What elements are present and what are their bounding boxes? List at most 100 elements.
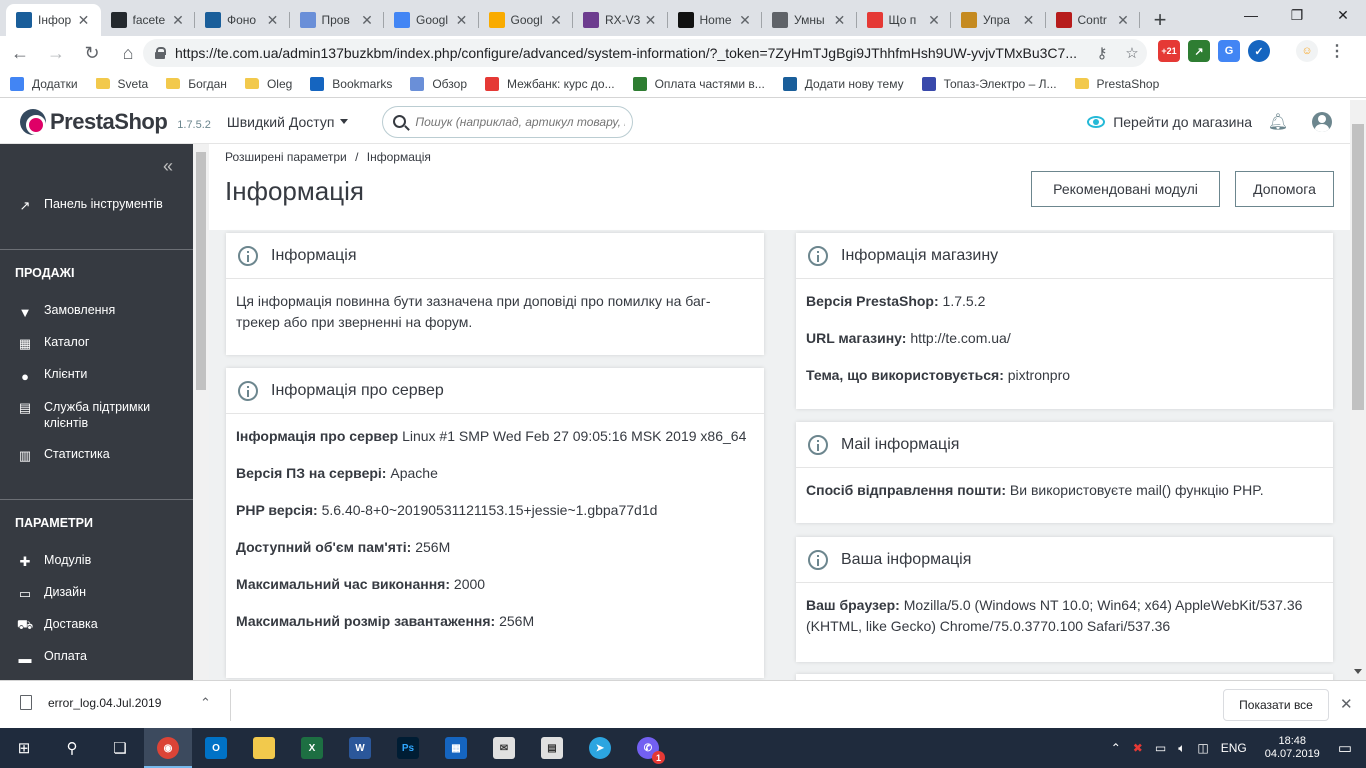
browser-tab[interactable]: Умны ✕: [762, 4, 857, 36]
sidebar-item-dashboard[interactable]: ↗ Панель інструментів: [0, 197, 193, 215]
show-all-downloads-button[interactable]: Показати все: [1223, 689, 1329, 721]
close-tab-icon[interactable]: ✕: [266, 12, 280, 29]
close-tab-icon[interactable]: ✕: [927, 12, 941, 29]
antivirus-icon[interactable]: ✖: [1133, 741, 1143, 755]
quick-access-dropdown[interactable]: Швидкий Доступ: [227, 114, 349, 130]
browser-tab[interactable]: Що п ✕: [857, 4, 952, 36]
collapse-sidebar-icon[interactable]: «: [163, 156, 173, 177]
recommended-modules-button[interactable]: Рекомендовані модулі: [1031, 171, 1220, 207]
browser-tab[interactable]: Упра ✕: [951, 4, 1046, 36]
search-icon[interactable]: [393, 115, 407, 128]
bookmark-item[interactable]: Oleg: [244, 77, 292, 91]
excel-app-icon[interactable]: X: [288, 728, 336, 768]
sidebar-item-stats[interactable]: ▥ Статистика: [0, 447, 193, 465]
new-tab-button[interactable]: +: [1144, 4, 1176, 36]
bookmark-item[interactable]: Межбанк: курс до...: [485, 76, 615, 91]
go-to-store-link[interactable]: Перейти до магазина: [1087, 114, 1252, 130]
minimize-button[interactable]: —: [1228, 0, 1274, 30]
scroll-down-arrow-icon[interactable]: [1354, 669, 1362, 674]
browser-tab[interactable]: Googl ✕: [384, 4, 479, 36]
close-tab-icon[interactable]: ✕: [644, 12, 658, 29]
outlook-app-icon[interactable]: O: [192, 728, 240, 768]
address-bar[interactable]: https://te.com.ua/admin137buzkbm/index.p…: [143, 39, 1147, 67]
viber-app-icon[interactable]: ✆ 1: [624, 728, 672, 768]
sidebar-item-customer-service[interactable]: ▤ Служба підтримки клієнтів: [0, 399, 193, 431]
menu-dots-icon[interactable]: ⋮: [1326, 40, 1348, 62]
browser-tab[interactable]: Фоно ✕: [195, 4, 290, 36]
search-icon[interactable]: ⚲: [48, 728, 96, 768]
language-indicator[interactable]: ENG: [1221, 741, 1247, 755]
notifications-icon[interactable]: ▭: [1338, 739, 1352, 757]
prestashop-logo[interactable]: PrestaShop 1.7.5.2: [20, 108, 211, 135]
bookmark-item[interactable]: Обзор: [410, 76, 467, 91]
photoshop-app-icon[interactable]: Ps: [384, 728, 432, 768]
close-tab-icon[interactable]: ✕: [1022, 12, 1036, 29]
close-tab-icon[interactable]: ✕: [171, 12, 185, 29]
google-translate-icon[interactable]: G: [1218, 40, 1240, 62]
bookmark-item[interactable]: PrestaShop: [1074, 77, 1159, 91]
word-app-icon[interactable]: W: [336, 728, 384, 768]
close-tab-icon[interactable]: ✕: [833, 12, 847, 29]
bookmark-item[interactable]: Богдан: [166, 77, 227, 91]
close-window-button[interactable]: ✕: [1320, 0, 1366, 30]
bookmark-item[interactable]: Додати нову тему: [782, 76, 904, 91]
battery-icon[interactable]: ▭: [1155, 741, 1166, 755]
chrome-app-icon[interactable]: ◉: [144, 728, 192, 768]
browser-tab[interactable]: facete ✕: [101, 4, 196, 36]
close-tab-icon[interactable]: ✕: [1116, 12, 1130, 29]
key-icon[interactable]: ⚷: [1087, 44, 1117, 62]
browser-tab[interactable]: Home ✕: [668, 4, 763, 36]
extension-arrow-icon[interactable]: ↗: [1188, 40, 1210, 62]
close-tab-icon[interactable]: ✕: [549, 12, 563, 29]
bookmark-item[interactable]: Оплата частями в...: [632, 76, 765, 91]
network-icon[interactable]: ◫: [1197, 741, 1208, 755]
chevron-up-icon[interactable]: ⌃: [200, 695, 211, 711]
sidebar-item-shipping[interactable]: ⛟ Доставка: [0, 617, 193, 635]
bookmark-item[interactable]: Bookmarks: [310, 76, 392, 91]
sidebar-item-modules[interactable]: ✚ Модулів: [0, 553, 193, 571]
url-text[interactable]: https://te.com.ua/admin137buzkbm/index.p…: [175, 45, 1087, 61]
close-tab-icon[interactable]: ✕: [77, 12, 91, 29]
back-button[interactable]: ←: [4, 37, 36, 69]
breadcrumb-item[interactable]: Розширені параметри: [225, 150, 347, 164]
reload-button[interactable]: ↻: [76, 37, 108, 69]
scrollbar-thumb[interactable]: [1352, 124, 1364, 410]
chevron-up-icon[interactable]: ⌃: [1111, 741, 1121, 755]
download-item[interactable]: error_log.04.Jul.2019: [20, 695, 161, 710]
forward-button[interactable]: →: [40, 37, 72, 69]
sidebar-item-design[interactable]: ▭ Дизайн: [0, 585, 193, 603]
close-tab-icon[interactable]: ✕: [738, 12, 752, 29]
sidebar-item-orders[interactable]: ▼ Замовлення: [0, 303, 193, 321]
clock[interactable]: 18:48 04.07.2019: [1265, 735, 1320, 761]
close-icon[interactable]: ✕: [1340, 695, 1353, 713]
scrollbar-thumb[interactable]: [196, 152, 206, 390]
page-scrollbar[interactable]: [1350, 100, 1366, 680]
explorer-app-icon[interactable]: [240, 728, 288, 768]
employee-avatar-icon[interactable]: [1312, 111, 1332, 132]
telegram-app-icon[interactable]: ➤: [576, 728, 624, 768]
notifications-bell-icon[interactable]: 🔔︎: [1268, 112, 1288, 132]
windows-start-icon[interactable]: ⊞: [0, 728, 48, 768]
search-input[interactable]: [415, 114, 626, 129]
browser-tab[interactable]: Інфор ✕: [6, 4, 101, 36]
sidebar-scrollbar[interactable]: [193, 144, 209, 680]
home-button[interactable]: ⌂: [112, 37, 144, 69]
bookmark-item[interactable]: Топаз-Электро – Л...: [921, 76, 1057, 91]
sidebar-item-catalog[interactable]: ▦ Каталог: [0, 335, 193, 353]
calculator-app-icon[interactable]: ▤: [528, 728, 576, 768]
bookmark-star-icon[interactable]: ☆: [1117, 44, 1147, 62]
extension-badge-icon[interactable]: +21: [1158, 40, 1180, 62]
calculator-grid-app-icon[interactable]: ▦: [432, 728, 480, 768]
sidebar-item-customers[interactable]: ● Клієнти: [0, 367, 193, 385]
volume-icon[interactable]: 🔈︎: [1178, 741, 1185, 756]
sidebar-item-payment[interactable]: ▬ Оплата: [0, 649, 193, 667]
close-tab-icon[interactable]: ✕: [455, 12, 469, 29]
browser-tab[interactable]: Googl ✕: [479, 4, 574, 36]
browser-tab[interactable]: Пров ✕: [290, 4, 385, 36]
task-view-icon[interactable]: ❏: [96, 728, 144, 768]
bookmark-item[interactable]: Sveta: [95, 77, 148, 91]
mail-app-icon[interactable]: ✉: [480, 728, 528, 768]
maximize-button[interactable]: ❐: [1274, 0, 1320, 30]
close-tab-icon[interactable]: ✕: [360, 12, 374, 29]
profile-avatar-icon[interactable]: ☺: [1296, 40, 1318, 62]
